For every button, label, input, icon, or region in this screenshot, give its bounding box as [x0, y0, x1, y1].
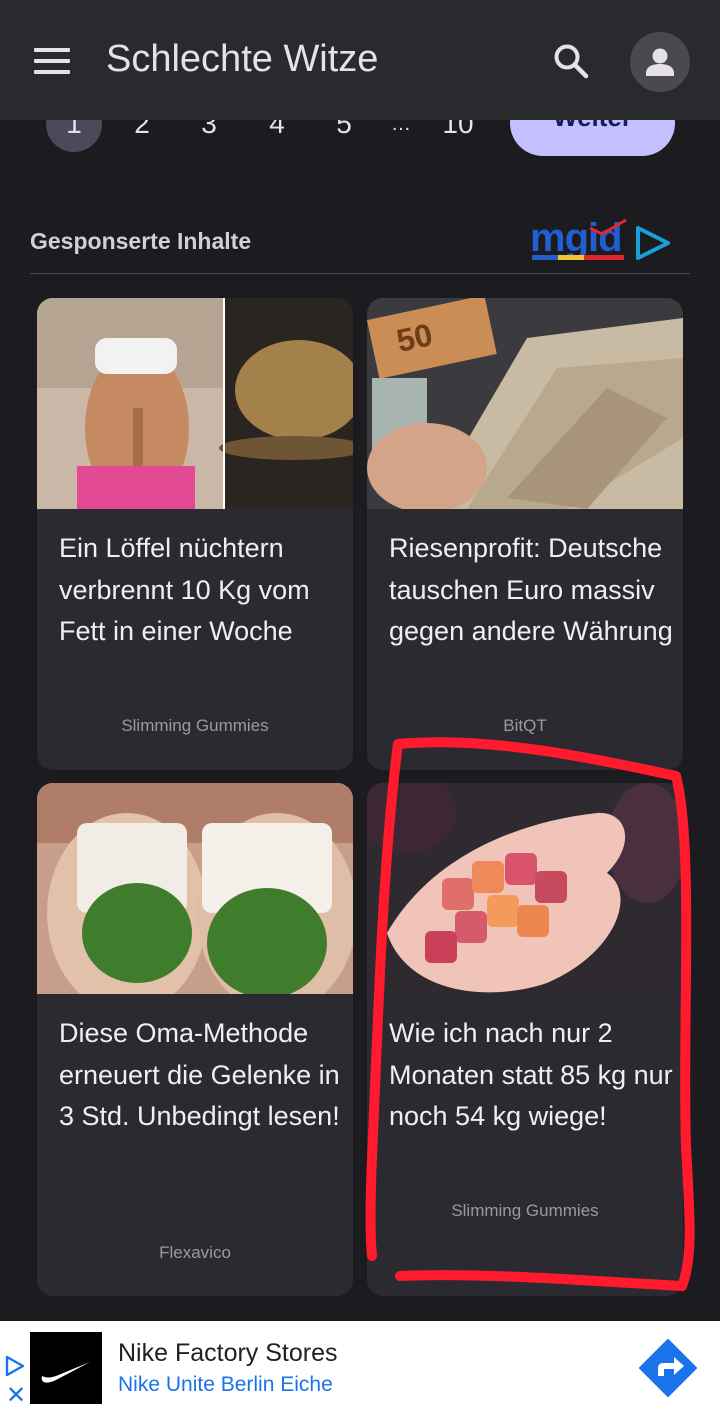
sponsored-header: Gesponserte Inhalte mgid	[30, 218, 690, 274]
sponsored-title: Gesponserte Inhalte	[30, 228, 252, 254]
svg-text:50: 50	[393, 316, 435, 359]
sponsored-card[interactable]: Ein Löffel nüchtern verbrennt 10 Kg vom …	[37, 298, 353, 770]
card-source: Slimming Gummies	[451, 1201, 599, 1220]
app-bar: Schlechte Witze	[0, 0, 720, 120]
card-image	[37, 298, 353, 509]
card-image: 50	[367, 298, 683, 509]
adchoices-icon[interactable]	[4, 1355, 26, 1377]
app-title: Schlechte Witze	[106, 38, 379, 80]
ad-banner[interactable]: ✕ Nike Factory Stores Nike Unite Berlin …	[0, 1321, 720, 1413]
card-source: Flexavico	[159, 1243, 231, 1262]
ad-close-icon[interactable]: ✕	[6, 1383, 26, 1407]
svg-text:mgid: mgid	[530, 218, 622, 260]
sponsored-card[interactable]: Diese Oma-Methode erneuert die Gelenke i…	[37, 783, 353, 1296]
search-icon[interactable]	[552, 42, 590, 80]
card-source: Slimming Gummies	[121, 716, 269, 735]
card-title: Diese Oma-Methode erneuert die Gelenke i…	[59, 1018, 340, 1131]
hamburger-menu-icon[interactable]	[34, 48, 70, 74]
account-avatar-button[interactable]	[630, 32, 690, 92]
card-title: Wie ich nach nur 2 Monaten statt 85 kg n…	[389, 1018, 673, 1131]
ad-subtitle[interactable]: Nike Unite Berlin Eiche	[118, 1373, 333, 1397]
person-icon	[646, 48, 674, 76]
ad-title[interactable]: Nike Factory Stores	[118, 1339, 338, 1368]
card-title: Ein Löffel nüchtern verbrennt 10 Kg vom …	[59, 533, 310, 646]
card-source: BitQT	[503, 716, 547, 735]
card-image	[37, 783, 353, 994]
card-title: Riesenprofit: Deutsche tauschen Euro mas…	[389, 533, 673, 646]
sponsored-card[interactable]: Wie ich nach nur 2 Monaten statt 85 kg n…	[367, 783, 683, 1296]
sponsored-card[interactable]: 50 Riesenprofit: Deutsche tauschen Euro …	[367, 298, 683, 770]
directions-arrow-icon[interactable]	[638, 1338, 698, 1398]
mgid-logo[interactable]: mgid	[530, 218, 672, 264]
card-image	[367, 783, 683, 994]
nike-swoosh-logo	[30, 1332, 102, 1404]
